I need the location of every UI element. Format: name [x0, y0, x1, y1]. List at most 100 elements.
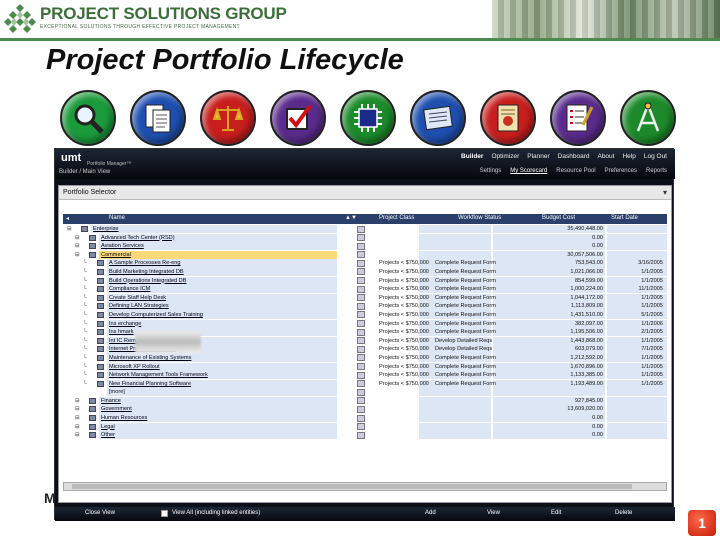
table-row[interactable]: ⊟ Other 0.00	[63, 431, 667, 440]
row-checkbox[interactable]	[357, 431, 365, 439]
row-checkbox[interactable]	[357, 277, 365, 285]
column-header-workflow-status[interactable]: Workflow Status	[458, 215, 501, 221]
row-checkbox[interactable]	[357, 397, 365, 405]
row-checkbox[interactable]	[357, 311, 365, 319]
tree-toggle-icon[interactable]: └	[83, 294, 87, 303]
table-row[interactable]: ⊟ Finance 927,845.00	[63, 396, 667, 406]
row-name[interactable]: Aviation Services	[101, 242, 339, 251]
tree-toggle-icon[interactable]: ⊟	[75, 397, 80, 406]
tree-toggle-icon[interactable]: └	[83, 302, 87, 311]
tree-toggle-icon[interactable]: └	[83, 277, 87, 286]
table-row[interactable]: └ Develop Computerized Sales Training Proj…	[63, 310, 667, 320]
tree-toggle-icon[interactable]: └	[83, 311, 87, 320]
subnav-settings[interactable]: Settings	[480, 168, 502, 174]
nav-optimizer[interactable]: Optimizer	[491, 153, 519, 160]
subnav-my-scorecard[interactable]: My Scorecard	[510, 168, 547, 174]
row-checkbox[interactable]	[357, 242, 365, 250]
row-checkbox[interactable]	[357, 285, 365, 293]
row-name[interactable]: Build Marketing Integrated DB	[109, 268, 339, 277]
row-name[interactable]: [more]	[109, 388, 339, 397]
table-row[interactable]: ⊟ Enterprise 35,490,448.00	[63, 225, 667, 234]
row-name[interactable]: Commercial	[101, 251, 339, 260]
row-name[interactable]: Develop Computerized Sales Training	[109, 311, 339, 320]
nav-logout[interactable]: Log Out	[644, 153, 667, 160]
row-name[interactable]: Ins erchange	[109, 320, 339, 329]
tree-toggle-icon[interactable]: ⊟	[75, 423, 80, 432]
row-name[interactable]: Compliance ICM	[109, 285, 339, 294]
row-name[interactable]: Enterprise	[93, 225, 339, 234]
row-name[interactable]: Build Operations Integrated DB	[109, 277, 339, 286]
table-row[interactable]: └ Maintenance of Existing Systems Projects…	[63, 353, 667, 363]
row-checkbox[interactable]	[357, 345, 365, 353]
row-checkbox[interactable]	[357, 259, 365, 267]
close-view-button[interactable]: Close View	[85, 510, 115, 516]
row-name[interactable]: Create Staff Help Desk	[109, 294, 339, 303]
add-button[interactable]: Add	[425, 510, 436, 516]
row-name[interactable]: New Financial Planning Software	[109, 380, 339, 389]
table-row[interactable]: └ Network Management Tools Framework Proje…	[63, 371, 667, 380]
table-row[interactable]: ⊟ Government 13,609,020.00	[63, 405, 667, 414]
tree-toggle-icon[interactable]: └	[83, 371, 87, 380]
subnav-preferences[interactable]: Preferences	[605, 168, 637, 174]
tree-toggle-icon[interactable]: └	[83, 328, 87, 337]
column-header-start-date[interactable]: Start Date	[611, 215, 638, 221]
row-checkbox[interactable]	[357, 423, 365, 431]
row-checkbox[interactable]	[357, 371, 365, 379]
delete-button[interactable]: Delete	[615, 510, 632, 516]
row-name[interactable]: Maintenance of Existing Systems	[109, 354, 339, 363]
table-row[interactable]: └ New Financial Planning Software Projects…	[63, 379, 667, 389]
tree-toggle-icon[interactable]: ⊟	[75, 405, 80, 414]
row-name[interactable]: Other	[101, 431, 339, 440]
row-name[interactable]: A Sample Processes Re-eng	[109, 259, 339, 268]
horizontal-scrollbar[interactable]	[63, 482, 667, 491]
table-row[interactable]: ⊟ Aviation Services 0.00	[63, 242, 667, 251]
table-row[interactable]: └ Ins erchange Projects < $750,000 Complete…	[63, 319, 667, 329]
tree-toggle-icon[interactable]: └	[83, 259, 87, 268]
table-row[interactable]: ⊟ Human Resources 0.00	[63, 414, 667, 423]
table-row[interactable]: ⊟ Advanced Tech Center (RSD) 0.00	[63, 233, 667, 243]
tree-toggle-icon[interactable]: └	[83, 345, 87, 354]
subnav-reports[interactable]: Reports	[646, 168, 667, 174]
row-name[interactable]: Advanced Tech Center (RSD)	[101, 234, 339, 243]
nav-dashboard[interactable]: Dashboard	[558, 153, 590, 160]
table-row[interactable]: [more]	[63, 388, 667, 397]
nav-help[interactable]: Help	[622, 153, 635, 160]
table-row[interactable]: └ Build Operations Integrated DB Projects …	[63, 276, 667, 286]
table-row[interactable]: └ Compliance ICM Projects < $750,000 Comple…	[63, 285, 667, 294]
nav-about[interactable]: About	[597, 153, 614, 160]
row-checkbox[interactable]	[357, 320, 365, 328]
row-checkbox[interactable]	[357, 337, 365, 345]
table-row[interactable]: └ Build Marketing Integrated DB Projects <…	[63, 267, 667, 277]
tree-toggle-icon[interactable]: └	[83, 285, 87, 294]
table-row[interactable]: ⊟ Legal 0.00	[63, 422, 667, 432]
row-name[interactable]: Human Resources	[101, 414, 339, 423]
column-header-budget-cost[interactable]: Budget Cost	[542, 215, 575, 221]
row-checkbox[interactable]	[357, 251, 365, 259]
row-checkbox[interactable]	[357, 234, 365, 242]
table-row[interactable]: └ Defining LAN Strategies Projects < $750,…	[63, 302, 667, 311]
row-name[interactable]: Defining LAN Strategies	[109, 302, 339, 311]
scrollbar-thumb[interactable]	[72, 484, 632, 489]
edit-button[interactable]: Edit	[551, 510, 561, 516]
tree-toggle-icon[interactable]: └	[83, 320, 87, 329]
collapse-arrow-icon[interactable]: ◂	[66, 215, 69, 222]
tree-toggle-icon[interactable]: └	[83, 363, 87, 372]
row-checkbox[interactable]	[357, 363, 365, 370]
table-row[interactable]: └ Create Staff Help Desk Projects < $750,0…	[63, 293, 667, 303]
table-row[interactable]: ⊟ Commercial 30,057,506.00	[63, 250, 667, 260]
sort-icon[interactable]: ▲▼	[345, 215, 357, 221]
chevron-down-icon[interactable]: ▾	[663, 188, 667, 197]
tree-toggle-icon[interactable]: ⊟	[75, 234, 80, 243]
row-checkbox[interactable]	[357, 302, 365, 310]
tree-toggle-icon[interactable]: └	[83, 380, 87, 389]
row-name[interactable]: Government	[101, 405, 339, 414]
row-checkbox[interactable]	[357, 268, 365, 276]
tree-toggle-icon[interactable]: ⊟	[75, 251, 80, 260]
table-row[interactable]: └ Microsoft XP Rollout Projects < $750,000…	[63, 362, 667, 372]
row-name[interactable]: Legal	[101, 423, 339, 432]
row-checkbox[interactable]	[357, 328, 365, 336]
subnav-resource-pool[interactable]: Resource Pool	[556, 168, 595, 174]
row-name[interactable]: Microsoft XP Rollout	[109, 363, 339, 372]
tree-toggle-icon[interactable]: ⊟	[75, 431, 80, 440]
tree-toggle-icon[interactable]: ⊟	[75, 242, 80, 251]
